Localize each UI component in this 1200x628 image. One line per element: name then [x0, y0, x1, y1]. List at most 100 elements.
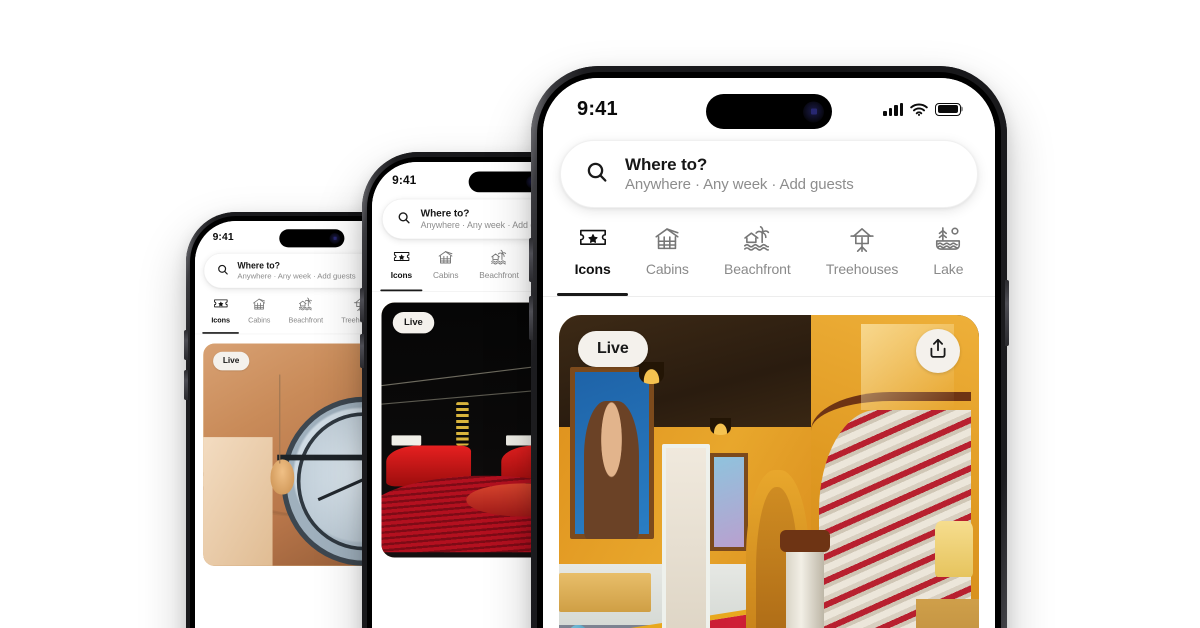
volume-up-button[interactable] — [529, 238, 533, 282]
tab-label: Cabins — [432, 270, 459, 281]
artwork-doorway — [661, 444, 711, 628]
search-icon — [585, 160, 609, 189]
artwork-hanging-lamps — [270, 459, 295, 495]
volume-down-button[interactable] — [360, 334, 364, 368]
tab-icons[interactable]: Icons — [557, 224, 629, 296]
beachfront-icon — [490, 249, 508, 267]
promo-stage: 9:41 Where to? Anywhere · Any week · Add g… — [0, 0, 1200, 628]
tab-active-underline — [557, 293, 629, 296]
category-tabs: Icons Cabins Beachfront Treehouses Lake — [543, 208, 995, 297]
tab-label: Treehouses — [825, 261, 899, 277]
cabin-icon — [437, 249, 455, 267]
artwork-newel-cap — [779, 530, 830, 552]
artwork-newel-post — [785, 538, 824, 628]
tab-beachfront[interactable]: Beachfront — [279, 296, 332, 333]
volume-up-button[interactable] — [360, 288, 364, 322]
search-labels: Where to? Anywhere · Any week · Add guest… — [625, 155, 854, 194]
cellular-bars-icon — [883, 102, 903, 116]
search-title: Where to? — [237, 260, 280, 271]
volume-up-button[interactable] — [184, 330, 188, 360]
share-upload-icon — [928, 338, 948, 364]
tab-label: Icons — [211, 315, 230, 324]
phone-mockup-front: 9:41 Where to? Anywhere · Any week · Add g… — [529, 66, 1009, 628]
volume-down-button[interactable] — [529, 296, 533, 340]
tab-label: Beachfront — [723, 261, 791, 277]
tab-label: Lake — [933, 261, 964, 277]
tab-active-underline — [380, 289, 423, 292]
live-badge: Live — [578, 331, 648, 367]
tab-active-underline — [423, 289, 469, 291]
tab-active-underline — [808, 293, 916, 296]
tab-cabins[interactable]: Cabins — [628, 224, 706, 296]
artwork-console-table — [559, 573, 652, 612]
ticket-star-icon — [213, 296, 229, 312]
search-title: Where to? — [625, 154, 708, 174]
tab-label: Icons — [390, 270, 413, 281]
search-icon — [217, 263, 229, 278]
beachfront-icon — [742, 224, 772, 254]
listing-card[interactable]: Live — [559, 315, 979, 628]
search-section: Where to? Anywhere · Any week · Add guest… — [543, 136, 995, 208]
cabin-icon — [252, 296, 268, 312]
artwork-ceiling-light-2 — [710, 418, 732, 436]
search-labels: Where to? Anywhere · Any week · Add guest… — [237, 261, 355, 281]
artwork-lamp-cord — [279, 374, 281, 464]
battery-full-icon — [935, 102, 961, 116]
status-bar-time: 9:41 — [392, 173, 417, 187]
front-camera-icon — [329, 232, 341, 244]
power-button[interactable] — [1005, 280, 1009, 346]
artwork-spotlights — [456, 401, 469, 446]
tab-active-underline — [628, 293, 706, 296]
status-bar-time: 9:41 — [212, 231, 234, 243]
tab-label: Icons — [574, 261, 611, 277]
artwork-sideboard — [916, 598, 979, 628]
phone-screen: 9:41 Where to? Anywhere · Any week · Add g… — [543, 78, 995, 628]
tab-beachfront[interactable]: Beachfront — [469, 249, 529, 292]
status-bar-time: 9:41 — [577, 97, 618, 120]
tab-cabins[interactable]: Cabins — [239, 296, 279, 333]
tab-label: Cabins — [248, 315, 271, 324]
live-badge: Live — [392, 312, 435, 334]
share-button[interactable] — [916, 329, 960, 373]
artwork-car-wing-left — [391, 435, 422, 446]
tab-lake[interactable]: Lake — [916, 224, 981, 296]
tab-label: Beachfront — [479, 270, 519, 281]
ticket-star-icon — [578, 224, 608, 254]
tab-icons[interactable]: Icons — [380, 249, 423, 292]
treehouse-icon — [847, 224, 877, 254]
search-subtitle: Anywhere · Any week · Add guests — [625, 176, 854, 194]
search-bar[interactable]: Where to? Anywhere · Any week · Add guest… — [560, 140, 978, 208]
tab-icons[interactable]: Icons — [202, 296, 240, 334]
front-camera-icon — [803, 101, 824, 122]
beachfront-icon — [298, 296, 314, 312]
tab-cabins[interactable]: Cabins — [423, 249, 469, 292]
tab-label: Beachfront — [288, 315, 324, 324]
artwork-ceiling-light-1 — [638, 362, 664, 384]
live-badge: Live — [213, 351, 250, 371]
tab-active-underline — [202, 332, 240, 334]
dynamic-island — [706, 94, 832, 129]
lake-icon — [933, 224, 963, 254]
tab-beachfront[interactable]: Beachfront — [706, 224, 808, 296]
status-bar: 9:41 — [543, 78, 995, 136]
wifi-icon — [910, 103, 928, 116]
tab-treehouses[interactable]: Treehouses — [808, 224, 916, 296]
app-ui: 9:41 Where to? Anywhere · Any week · Add g… — [543, 78, 995, 628]
search-icon — [397, 210, 411, 227]
ticket-star-icon — [393, 249, 411, 267]
cabin-icon — [652, 224, 682, 254]
search-subtitle: Anywhere · Any week · Add guests — [237, 271, 356, 281]
dynamic-island — [279, 229, 345, 248]
artwork-light-wall — [203, 436, 273, 566]
artwork-portrait-figure — [584, 401, 639, 539]
tab-active-underline — [279, 332, 332, 334]
artwork-table-lamp — [934, 521, 973, 578]
artwork-portrait-small — [710, 452, 748, 552]
status-bar-indicators — [883, 102, 961, 116]
tab-active-underline — [469, 289, 529, 291]
tab-active-underline — [239, 332, 279, 334]
tab-active-underline — [916, 293, 981, 296]
volume-down-button[interactable] — [184, 370, 188, 400]
tab-label: Cabins — [645, 261, 689, 277]
tab-active-underline — [706, 293, 808, 296]
